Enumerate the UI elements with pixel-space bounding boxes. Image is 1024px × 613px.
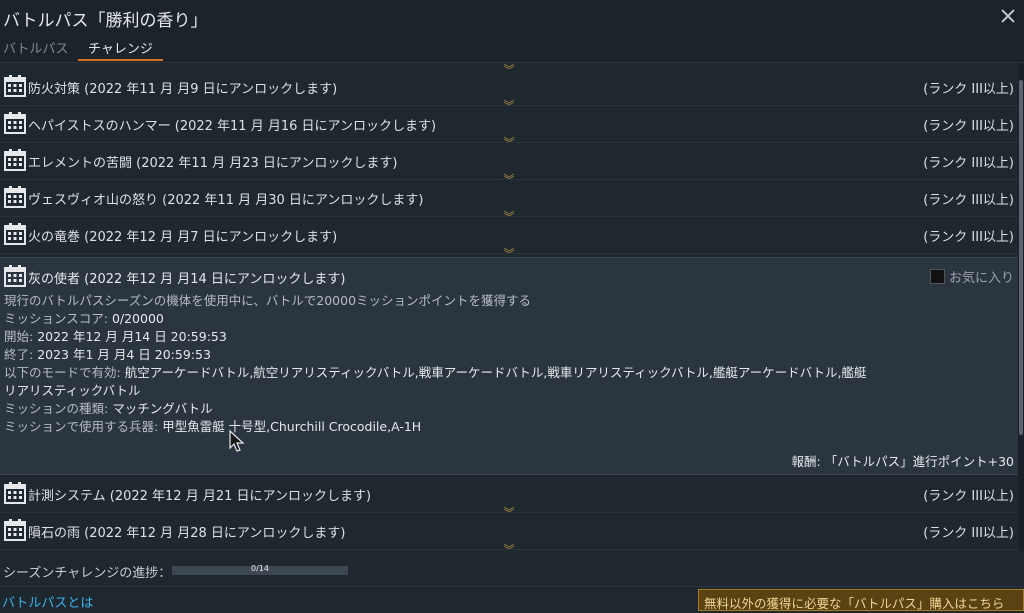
favorite-label: お気に入り [948,271,1014,286]
scrollbar-thumb[interactable] [1019,80,1023,435]
challenge-description: 現行のバトルパスシーズンの機体を使用中に、バトルで20000ミッションポイントを… [4,293,532,308]
title-bar: バトルパス「勝利の香り」 [0,0,1024,34]
end-value: 2023 年1 月 月4 日 20:59:53 [37,347,211,362]
calendar-icon [4,186,26,208]
modes-label: 以下のモードで有効: [4,365,125,380]
calendar-icon [4,482,26,504]
challenge-title: 計測システム (2022 年12 月 月21 日にアンロックします) [28,489,372,504]
challenge-title: エレメントの苦闘 (2022 年11 月 月23 日にアンロックします) [28,156,398,171]
calendar-icon [4,223,26,245]
mission-score-label: ミッションスコア: [4,311,112,326]
season-progress-bar: 0/14 [172,564,348,575]
favorite-checkbox[interactable]: お気に入り [929,267,1014,286]
expanded-challenge[interactable]: 灰の使者 (2022 年12 月 月14 日にアンロックします) お気に入り 現… [0,257,1018,475]
modes-value-2: リアリスティックバトル [4,383,141,398]
challenge-title: 防火対策 (2022 年11 月 月9 日にアンロックします) [28,82,338,97]
reward-text: 報酬: 「バトルパス」進行ポイント+30 [791,454,1014,469]
season-progress: シーズンチャレンジの進捗： 0/14 [0,555,1024,583]
challenge-rank: (ランク III以上) [923,230,1014,245]
end-date: 終了: 2023 年1 月 月4 日 20:59:53 [4,344,211,363]
weapons-value: 甲型魚雷艇 十号型,Churchill Crocodile,A-1H [162,419,422,434]
calendar-icon [4,149,26,171]
calendar-icon [4,75,26,97]
challenge-title: 隕石の雨 (2022 年12 月 月28 日にアンロックします) [28,526,346,541]
challenge-rank: (ランク III以上) [923,526,1014,541]
season-progress-label: シーズンチャレンジの進捗： [3,566,172,581]
close-icon[interactable] [998,6,1018,26]
challenge-list[interactable]: 防火対策 (2022 年11 月 月9 日にアンロックします) (ランク III… [0,63,1018,551]
end-label: 終了: [4,347,38,362]
challenge-rank: (ランク III以上) [923,119,1014,134]
challenge-title: ヴェスヴィオ山の怒り (2022 年11 月 月30 日にアンロックします) [28,193,424,208]
challenge-rank: (ランク III以上) [923,489,1014,504]
mission-weapons: ミッションで使用する兵器: 甲型魚雷艇 十号型,Churchill Crocod… [4,416,421,435]
start-label: 開始: [4,329,38,344]
challenge-row[interactable]: 隕石の雨 (2022 年12 月 月28 日にアンロックします) (ランク II… [0,512,1018,550]
buy-battle-pass-button[interactable]: 無料以外の獲得に必要な「バトルパス」購入はこちら [698,589,1024,611]
challenge-row[interactable]: 計測システム (2022 年12 月 月21 日にアンロックします) (ランク … [0,475,1018,513]
weapons-label: ミッションで使用する兵器: [4,419,163,434]
mission-type-label: ミッションの種類: [4,401,113,416]
challenge-rank: (ランク III以上) [923,82,1014,97]
challenge-row[interactable]: 火の竜巻 (2022 年12 月 月7 日にアンロックします) (ランク III… [0,216,1018,254]
calendar-icon [4,112,26,134]
tab-battle-pass[interactable]: バトルパス [3,38,68,57]
calendar-icon [4,265,26,287]
checkbox-box[interactable] [929,269,945,284]
valid-modes: 以下のモードで有効: 航空アーケードバトル,航空リアリスティックバトル,戦車アー… [4,362,866,381]
mission-type-value: マッチングバトル [112,401,213,416]
window-title: バトルパス「勝利の香り」 [3,11,208,31]
challenge-title: ヘパイストスのハンマー (2022 年11 月 月16 日にアンロックします) [28,119,437,134]
valid-modes-continued: リアリスティックバトル [4,380,141,399]
footer-divider [0,586,1024,587]
active-tab-indicator [78,59,163,61]
challenge-row[interactable]: ヴェスヴィオ山の怒り (2022 年11 月 月30 日にアンロックします) (… [0,179,1018,217]
season-progress-text: 0/14 [251,564,269,573]
start-value: 2022 年12 月 月14 日 20:59:53 [37,329,227,344]
challenge-row[interactable]: 防火対策 (2022 年11 月 月9 日にアンロックします) (ランク III… [0,68,1018,106]
tab-bar: バトルパス チャレンジ [0,34,1024,63]
challenge-title: 灰の使者 (2022 年12 月 月14 日にアンロックします) [28,272,346,287]
mission-type: ミッションの種類: マッチングバトル [4,398,213,417]
mission-score: ミッションスコア: 0/20000 [4,308,164,327]
challenge-title: 火の竜巻 (2022 年12 月 月7 日にアンロックします) [28,230,338,245]
chevron-down-icon [503,543,515,549]
challenge-rank: (ランク III以上) [923,156,1014,171]
what-is-battle-pass-link[interactable]: バトルパスとは [2,592,93,611]
challenge-row[interactable]: エレメントの苦闘 (2022 年11 月 月23 日にアンロックします) (ラン… [0,142,1018,180]
challenge-rank: (ランク III以上) [923,193,1014,208]
modes-value: 航空アーケードバトル,航空リアリスティックバトル,戦車アーケードバトル,戦車リア… [124,365,867,380]
calendar-icon [4,519,26,541]
mission-score-value: 0/20000 [111,311,164,326]
tab-challenges[interactable]: チャレンジ [88,38,153,57]
chevron-down-icon [503,247,515,253]
challenge-row[interactable]: ヘパイストスのハンマー (2022 年11 月 月16 日にアンロックします) … [0,105,1018,143]
mouse-cursor-icon [229,430,245,452]
start-date: 開始: 2022 年12 月 月14 日 20:59:53 [4,326,227,345]
buy-battle-pass-label: 無料以外の獲得に必要な「バトルパス」購入はこちら [704,596,1005,611]
